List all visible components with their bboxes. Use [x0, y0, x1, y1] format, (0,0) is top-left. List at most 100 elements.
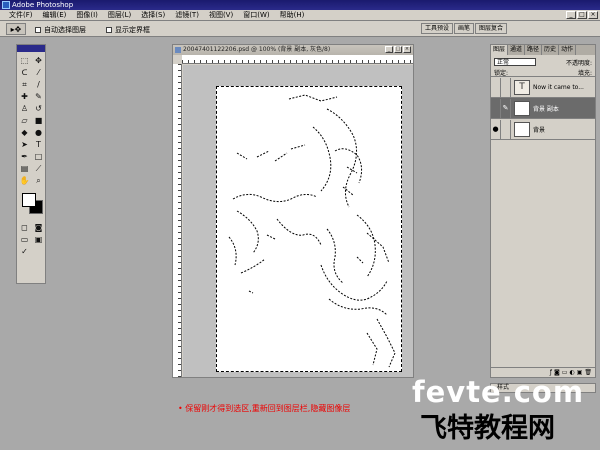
layers-palette-tabs: 图层 通道 路径 历史 动作 — [491, 45, 595, 55]
watermark-en: fevte.com — [412, 375, 585, 409]
brush-icon[interactable]: ✎ — [501, 98, 511, 118]
maximize-icon[interactable]: □ — [394, 46, 402, 53]
opacity-field[interactable]: 不透明度: — [566, 58, 592, 67]
menu-image[interactable]: 图像(I) — [71, 10, 103, 21]
layer-row[interactable]: ✎ 背景 副本 — [491, 98, 595, 119]
foreground-color[interactable] — [22, 193, 36, 207]
pen-tool-icon[interactable]: ✒ — [18, 151, 31, 162]
layer-thumbnail — [514, 121, 530, 137]
menu-filter[interactable]: 滤镜(T) — [170, 10, 204, 21]
eyedropper-tool-icon[interactable]: ⟋ — [32, 163, 45, 174]
minimize-icon[interactable]: _ — [385, 46, 393, 53]
menu-edit[interactable]: 编辑(E) — [38, 10, 72, 21]
tab-layer-comps[interactable]: 图层复合 — [475, 23, 508, 34]
link-toggle[interactable] — [501, 77, 511, 97]
layer-name: 背景 — [533, 126, 546, 134]
blur-tool-icon[interactable]: ◆ — [18, 127, 31, 138]
menu-select[interactable]: 选择(S) — [136, 10, 170, 21]
lock-label: 锁定: — [494, 70, 509, 77]
stamp-tool-icon[interactable]: ♙ — [18, 103, 31, 114]
auto-select-label: 自动选择图层 — [44, 26, 86, 34]
layers-palette: 图层 通道 路径 历史 动作 正常 不透明度: 锁定: 填充: T Now it… — [490, 44, 596, 378]
document-titlebar[interactable]: 20047401122206.psd @ 100% (背景 副本, 灰色/8) … — [173, 45, 413, 55]
layer-thumbnail — [514, 100, 530, 116]
menu-help[interactable]: 帮助(H) — [275, 10, 310, 21]
menu-file[interactable]: 文件(F) — [4, 10, 38, 21]
screen-mode-icon[interactable]: ▭ — [18, 234, 31, 245]
link-toggle[interactable] — [501, 119, 511, 139]
toolbox: ⬚ ✥ ᑕ ⁄ ⌗ / ✚ ✎ ♙ ↺ ▱ ■ ◆ ● ➤ T ✒ □ ▤ ⟋ … — [16, 44, 46, 284]
zoom-tool-icon[interactable]: ⌕ — [32, 175, 45, 186]
magic-wand-tool-icon[interactable]: ⁄ — [32, 67, 45, 78]
hand-tool-icon[interactable]: ✋ — [18, 175, 31, 186]
history-brush-icon[interactable]: ↺ — [32, 103, 45, 114]
slice-tool-icon[interactable]: / — [32, 79, 45, 90]
trash-icon[interactable]: 🗑 — [584, 369, 592, 376]
caption-text: • 保留刚才得到选区,重新回到图层栏,隐藏图像层 — [178, 404, 351, 413]
tab-actions[interactable]: 动作 — [559, 45, 577, 55]
dodge-tool-icon[interactable]: ● — [32, 127, 45, 138]
image-canvas[interactable] — [216, 86, 402, 372]
watermark-cn: 飞特教程网 — [420, 413, 555, 444]
vertical-ruler — [173, 64, 182, 377]
eraser-tool-icon[interactable]: ▱ — [18, 115, 31, 126]
mode-grid: ◻ ◙ ▭ ▣ ✓ — [17, 219, 45, 260]
checkbox-box[interactable] — [106, 27, 112, 33]
standard-mode-icon[interactable]: ◻ — [18, 222, 31, 233]
menu-view[interactable]: 视图(V) — [204, 10, 238, 21]
close-icon[interactable]: × — [588, 11, 598, 19]
document-title: 20047401122206.psd @ 100% (背景 副本, 灰色/8) — [183, 46, 331, 53]
gradient-tool-icon[interactable]: ■ — [32, 115, 45, 126]
canvas-area[interactable] — [183, 65, 413, 377]
shape-tool-icon[interactable]: □ — [32, 151, 45, 162]
brush-tool-icon[interactable]: ✎ — [32, 91, 45, 102]
photoshop-window: Adobe Photoshop 文件(F) 编辑(E) 图像(I) 图层(L) … — [0, 0, 600, 450]
path-select-icon[interactable]: ➤ — [18, 139, 31, 150]
blend-mode-select[interactable]: 正常 — [494, 58, 536, 66]
layer-row[interactable]: T Now it came to... — [491, 77, 595, 98]
visibility-toggle[interactable] — [491, 77, 501, 97]
checkbox-box[interactable] — [35, 27, 41, 33]
toolbox-header[interactable] — [17, 45, 45, 52]
maximize-icon[interactable]: □ — [577, 11, 587, 19]
tab-channels[interactable]: 通道 — [508, 45, 526, 55]
layer-name: 背景 副本 — [533, 105, 559, 113]
options-bar: ▸✥ 自动选择图层 显示定界框 — [0, 21, 600, 37]
fill-field[interactable]: 填充: — [578, 68, 592, 77]
lasso-tool-icon[interactable]: ᑕ — [18, 67, 31, 78]
layer-row[interactable]: ● 背景 — [491, 119, 595, 140]
show-bounds-checkbox[interactable]: 显示定界框 — [106, 25, 150, 35]
app-title: Adobe Photoshop — [12, 1, 74, 9]
fullscreen-mode-icon[interactable]: ▣ — [32, 234, 45, 245]
jump-to-imageready-icon[interactable]: ✓ — [18, 246, 31, 257]
close-icon[interactable]: × — [403, 46, 411, 53]
menu-bar: 文件(F) 编辑(E) 图像(I) 图层(L) 选择(S) 滤镜(T) 视图(V… — [0, 10, 600, 21]
notes-tool-icon[interactable]: ▤ — [18, 163, 31, 174]
tab-paths[interactable]: 路径 — [525, 45, 543, 55]
menu-window[interactable]: 窗口(W) — [238, 10, 274, 21]
window-controls: _ □ × — [566, 11, 598, 19]
show-bounds-label: 显示定界框 — [115, 26, 150, 34]
palette-well: 工具预设 画笔 图层复合 — [421, 23, 508, 34]
tab-history[interactable]: 历史 — [542, 45, 560, 55]
eye-icon[interactable]: ● — [491, 119, 501, 139]
horizontal-ruler — [182, 55, 413, 64]
title-bar: Adobe Photoshop — [0, 0, 600, 10]
tab-layers[interactable]: 图层 — [491, 45, 509, 55]
layer-name: Now it came to... — [533, 83, 584, 91]
move-tool-preset-icon[interactable]: ▸✥ — [6, 23, 26, 35]
color-swatches — [20, 193, 45, 219]
type-tool-icon[interactable]: T — [32, 139, 45, 150]
move-tool-icon[interactable]: ✥ — [32, 55, 45, 66]
quickmask-mode-icon[interactable]: ◙ — [32, 222, 45, 233]
visibility-toggle[interactable] — [491, 98, 501, 118]
tool-grid: ⬚ ✥ ᑕ ⁄ ⌗ / ✚ ✎ ♙ ↺ ▱ ■ ◆ ● ➤ T ✒ □ ▤ ⟋ … — [17, 52, 45, 189]
crop-tool-icon[interactable]: ⌗ — [18, 79, 31, 90]
menu-layer[interactable]: 图层(L) — [103, 10, 136, 21]
tab-tool-presets[interactable]: 工具预设 — [421, 23, 454, 34]
minimize-icon[interactable]: _ — [566, 11, 576, 19]
healing-brush-icon[interactable]: ✚ — [18, 91, 31, 102]
auto-select-checkbox[interactable]: 自动选择图层 — [35, 25, 86, 35]
marquee-tool-icon[interactable]: ⬚ — [18, 55, 31, 66]
tab-brushes[interactable]: 画笔 — [454, 23, 475, 34]
